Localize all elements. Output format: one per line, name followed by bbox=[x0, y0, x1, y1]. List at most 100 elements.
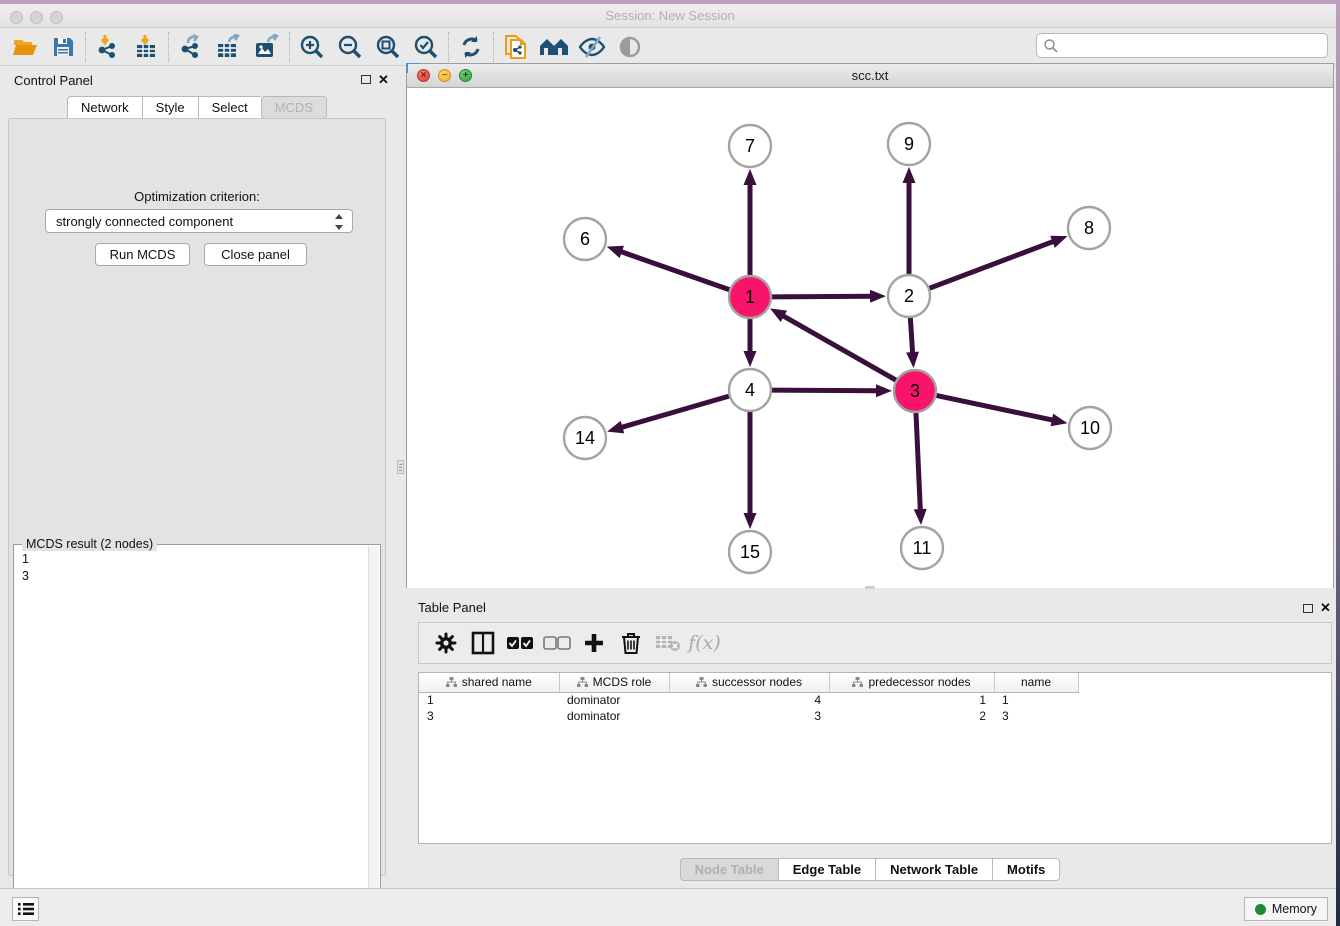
edge-3-1[interactable] bbox=[782, 315, 897, 380]
edge-4-3[interactable] bbox=[771, 390, 878, 391]
add-icon[interactable] bbox=[575, 626, 612, 660]
table-row[interactable]: 1dominator411 bbox=[419, 692, 1078, 708]
zoom-selected-icon[interactable] bbox=[407, 31, 445, 63]
refresh-icon[interactable] bbox=[452, 31, 490, 63]
export-network-icon[interactable] bbox=[172, 31, 210, 63]
function-builder-label: f(x) bbox=[688, 632, 721, 654]
arrowhead-icon bbox=[914, 509, 927, 525]
tab-select[interactable]: Select bbox=[198, 96, 261, 119]
new-network-from-selection-icon[interactable] bbox=[497, 31, 535, 63]
edge-3-10[interactable] bbox=[936, 395, 1054, 420]
first-neighbors-icon[interactable] bbox=[535, 31, 573, 63]
delete-icon[interactable] bbox=[612, 626, 649, 660]
node-label-15: 15 bbox=[740, 542, 760, 562]
tab-network-table[interactable]: Network Table bbox=[875, 858, 992, 881]
table-panel: Table Panel ✕ f(x) shared nameMCDS rol bbox=[406, 596, 1334, 888]
column-header-name[interactable]: name bbox=[994, 673, 1078, 692]
search-input[interactable] bbox=[1059, 38, 1309, 53]
toolbar-separator bbox=[448, 32, 449, 62]
run-mcds-button[interactable]: Run MCDS bbox=[95, 243, 190, 266]
column-header-MCDS-role[interactable]: MCDS role bbox=[559, 673, 669, 692]
columns-icon[interactable] bbox=[464, 626, 501, 660]
function-builder-icon[interactable]: f(x) bbox=[686, 626, 723, 660]
edge-2-8[interactable] bbox=[929, 241, 1055, 289]
control-panel-header: Control Panel ✕ bbox=[0, 66, 394, 94]
node-label-7: 7 bbox=[745, 136, 755, 156]
window-title: Session: New Session bbox=[0, 8, 1340, 23]
toolbar-separator bbox=[85, 32, 86, 62]
table-row[interactable]: 3dominator323 bbox=[419, 708, 1078, 724]
column-type-icon bbox=[577, 677, 588, 687]
tab-mcds[interactable]: MCDS bbox=[261, 96, 327, 119]
show-hidden-icon[interactable] bbox=[611, 31, 649, 63]
gear-icon[interactable] bbox=[427, 626, 464, 660]
search-box[interactable] bbox=[1036, 33, 1328, 58]
control-panel-tabs: NetworkStyleSelectMCDS bbox=[0, 96, 394, 119]
tab-style[interactable]: Style bbox=[142, 96, 198, 119]
delete-column-icon[interactable] bbox=[649, 626, 686, 660]
save-icon[interactable] bbox=[44, 31, 82, 63]
node-label-3: 3 bbox=[910, 381, 920, 401]
column-type-icon bbox=[446, 677, 457, 687]
hide-selected-icon[interactable] bbox=[573, 31, 611, 63]
tab-network[interactable]: Network bbox=[67, 96, 142, 119]
node-label-10: 10 bbox=[1080, 418, 1100, 438]
edge-2-3[interactable] bbox=[910, 317, 912, 354]
export-table-icon[interactable] bbox=[210, 31, 248, 63]
node-table-header: shared nameMCDS rolesuccessor nodesprede… bbox=[419, 673, 1078, 692]
column-header-predecessor-nodes[interactable]: predecessor nodes bbox=[829, 673, 994, 692]
network-window-title: scc.txt bbox=[407, 68, 1333, 83]
network-window: × − + scc.txt 7968124314101511 bbox=[406, 63, 1334, 588]
table-panel-title: Table Panel bbox=[418, 600, 486, 615]
column-header-successor-nodes[interactable]: successor nodes bbox=[669, 673, 829, 692]
float-panel-icon[interactable] bbox=[361, 75, 371, 84]
edge-1-2[interactable] bbox=[771, 296, 872, 297]
main-titlebar: Session: New Session bbox=[0, 4, 1340, 28]
node-label-14: 14 bbox=[575, 428, 595, 448]
node-table-body: 1dominator4113dominator323 bbox=[419, 692, 1078, 724]
node-label-1: 1 bbox=[745, 287, 755, 307]
arrowhead-icon bbox=[903, 167, 916, 183]
import-network-icon[interactable] bbox=[89, 31, 127, 63]
arrowhead-icon bbox=[744, 351, 757, 367]
column-header-shared-name[interactable]: shared name bbox=[419, 673, 559, 692]
column-type-icon bbox=[852, 677, 863, 687]
table-close-icon[interactable]: ✕ bbox=[1320, 600, 1331, 616]
tab-motifs[interactable]: Motifs bbox=[992, 858, 1060, 881]
result-scrollbar[interactable] bbox=[368, 546, 379, 924]
edge-3-11[interactable] bbox=[916, 412, 920, 511]
zoom-fit-icon[interactable] bbox=[369, 31, 407, 63]
toolbar-separator bbox=[493, 32, 494, 62]
zoom-in-icon[interactable] bbox=[293, 31, 331, 63]
memory-button[interactable]: Memory bbox=[1244, 897, 1328, 921]
table-float-icon[interactable] bbox=[1303, 604, 1313, 613]
tab-node-table[interactable]: Node Table bbox=[680, 858, 778, 881]
close-panel-icon[interactable]: ✕ bbox=[378, 72, 389, 88]
tab-edge-table[interactable]: Edge Table bbox=[778, 858, 875, 881]
splitter-grip[interactable] bbox=[397, 460, 404, 474]
export-image-icon[interactable] bbox=[248, 31, 286, 63]
close-panel-button[interactable]: Close panel bbox=[204, 243, 307, 266]
select-all-icon[interactable] bbox=[501, 626, 538, 660]
search-icon bbox=[1043, 38, 1059, 54]
network-window-titlebar[interactable]: × − + scc.txt bbox=[407, 64, 1333, 88]
canvas-resize-grip[interactable] bbox=[865, 586, 875, 589]
node-table[interactable]: shared nameMCDS rolesuccessor nodesprede… bbox=[418, 672, 1332, 844]
network-graph: 7968124314101511 bbox=[407, 88, 1333, 588]
control-panel-title: Control Panel bbox=[14, 73, 93, 88]
optimization-select[interactable]: strongly connected component bbox=[45, 209, 353, 233]
network-canvas[interactable]: 7968124314101511 bbox=[407, 88, 1333, 588]
mcds-panel: Optimization criterion: strongly connect… bbox=[8, 118, 386, 876]
node-label-11: 11 bbox=[913, 538, 932, 558]
deselect-all-icon[interactable] bbox=[538, 626, 575, 660]
open-folder-icon[interactable] bbox=[6, 31, 44, 63]
edge-1-6[interactable] bbox=[620, 251, 730, 290]
zoom-out-icon[interactable] bbox=[331, 31, 369, 63]
import-table-icon[interactable] bbox=[127, 31, 165, 63]
task-history-button[interactable] bbox=[12, 897, 39, 921]
arrowhead-icon bbox=[744, 169, 757, 185]
toolbar-separator bbox=[289, 32, 290, 62]
arrowhead-icon bbox=[1050, 414, 1067, 427]
main-toolbar bbox=[0, 28, 1340, 66]
edge-4-14[interactable] bbox=[621, 396, 730, 428]
